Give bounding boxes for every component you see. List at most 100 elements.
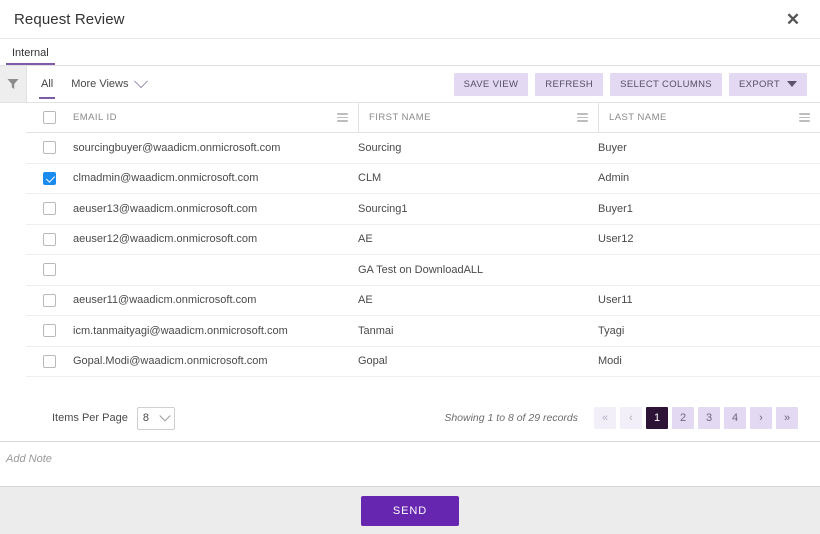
pagination-controls: Showing 1 to 8 of 29 records «‹1234›» — [444, 407, 798, 429]
items-per-page-select[interactable]: 8 — [137, 407, 175, 430]
cell-email: icm.tanmaityagi@waadicm.onmicrosoft.com — [73, 316, 358, 347]
select-columns-button[interactable]: SELECT COLUMNS — [610, 73, 722, 96]
grid-toolbar: All More Views SAVE VIEW REFRESH SELECT … — [0, 66, 820, 103]
row-checkbox[interactable] — [43, 355, 56, 368]
column-menu-icon[interactable] — [337, 113, 348, 122]
cell-first-name: Sourcing — [358, 133, 598, 164]
row-select-cell — [26, 163, 73, 194]
table-row[interactable]: aeuser11@waadicm.onmicrosoft.comAEUser11 — [26, 285, 820, 316]
cell-last-name: Tyagi — [598, 316, 820, 347]
close-icon[interactable]: ✕ — [780, 6, 806, 32]
send-button-label: SEND — [393, 505, 427, 517]
column-header-last-name-label: LAST NAME — [609, 112, 667, 123]
column-menu-icon[interactable] — [577, 113, 588, 122]
row-select-cell — [26, 316, 73, 347]
cell-last-name: Buyer1 — [598, 194, 820, 225]
table-header: EMAIL ID FIRST NAME LA — [26, 103, 820, 133]
tab-internal-label: Internal — [12, 47, 49, 59]
dialog-titlebar: Request Review ✕ — [0, 0, 820, 39]
row-checkbox[interactable] — [43, 141, 56, 154]
cell-first-name: Sourcing1 — [358, 194, 598, 225]
view-tab-all[interactable]: All — [39, 69, 55, 99]
next-page-button[interactable]: › — [750, 407, 772, 429]
table-row[interactable]: GA Test on DownloadALL — [26, 255, 820, 286]
users-table: EMAIL ID FIRST NAME LA — [26, 103, 820, 377]
column-header-first-name[interactable]: FIRST NAME — [358, 103, 598, 133]
add-note-placeholder: Add Note — [6, 453, 52, 465]
page-4-button[interactable]: 4 — [724, 407, 746, 429]
cell-email: Gopal.Modi@waadicm.onmicrosoft.com — [73, 346, 358, 377]
row-select-cell — [26, 285, 73, 316]
cell-first-name: AE — [358, 224, 598, 255]
dialog-tabstrip: Internal — [0, 39, 820, 66]
row-checkbox[interactable] — [43, 324, 56, 337]
last-page-button[interactable]: » — [776, 407, 798, 429]
row-select-cell — [26, 346, 73, 377]
table-row[interactable]: Gopal.Modi@waadicm.onmicrosoft.comGopalM… — [26, 346, 820, 377]
refresh-label: REFRESH — [545, 79, 593, 90]
save-view-button[interactable]: SAVE VIEW — [454, 73, 529, 96]
select-all-checkbox[interactable] — [43, 111, 56, 124]
page-1-button[interactable]: 1 — [646, 407, 668, 429]
cell-last-name: Buyer — [598, 133, 820, 164]
table-scroll-area: EMAIL ID FIRST NAME LA — [0, 103, 820, 395]
request-review-dialog: Request Review ✕ Internal All More Views — [0, 0, 820, 534]
table-body: sourcingbuyer@waadicm.onmicrosoft.comSou… — [26, 133, 820, 377]
column-header-email-id-label: EMAIL ID — [73, 112, 117, 123]
chevron-down-icon — [159, 410, 170, 421]
column-menu-icon[interactable] — [799, 113, 810, 122]
views-area: All More Views — [27, 66, 454, 102]
save-view-label: SAVE VIEW — [464, 79, 519, 90]
row-select-cell — [26, 194, 73, 225]
table-row[interactable]: sourcingbuyer@waadicm.onmicrosoft.comSou… — [26, 133, 820, 164]
select-all-header — [26, 103, 73, 133]
cell-email: aeuser11@waadicm.onmicrosoft.com — [73, 285, 358, 316]
cell-first-name: CLM — [358, 163, 598, 194]
row-checkbox[interactable] — [43, 202, 56, 215]
prev-page-button[interactable]: ‹ — [620, 407, 642, 429]
table-row[interactable]: aeuser13@waadicm.onmicrosoft.comSourcing… — [26, 194, 820, 225]
cell-first-name: AE — [358, 285, 598, 316]
cell-email: sourcingbuyer@waadicm.onmicrosoft.com — [73, 133, 358, 164]
items-per-page-value: 8 — [143, 412, 149, 424]
pagination-summary: Showing 1 to 8 of 29 records — [444, 412, 578, 424]
table-row[interactable]: clmadmin@waadicm.onmicrosoft.comCLMAdmin — [26, 163, 820, 194]
refresh-button[interactable]: REFRESH — [535, 73, 603, 96]
row-select-cell — [26, 224, 73, 255]
row-checkbox[interactable] — [43, 172, 56, 185]
column-header-last-name[interactable]: LAST NAME — [598, 103, 820, 133]
cell-email — [73, 255, 358, 286]
send-button[interactable]: SEND — [361, 496, 459, 526]
page-3-button[interactable]: 3 — [698, 407, 720, 429]
grid-container: All More Views SAVE VIEW REFRESH SELECT … — [0, 66, 820, 441]
filter-icon[interactable] — [0, 66, 27, 102]
more-views-label: More Views — [71, 78, 128, 90]
row-checkbox[interactable] — [43, 294, 56, 307]
row-select-cell — [26, 255, 73, 286]
tab-internal[interactable]: Internal — [6, 47, 55, 65]
first-page-button[interactable]: « — [594, 407, 616, 429]
table-row[interactable]: icm.tanmaityagi@waadicm.onmicrosoft.com T… — [26, 316, 820, 347]
cell-first-name: GA Test on DownloadALL — [358, 255, 598, 286]
row-checkbox[interactable] — [43, 233, 56, 246]
cell-last-name: User12 — [598, 224, 820, 255]
pagination-buttons: «‹1234›» — [594, 407, 798, 429]
table-row[interactable]: aeuser12@waadicm.onmicrosoft.comAEUser12 — [26, 224, 820, 255]
column-header-first-name-label: FIRST NAME — [369, 112, 431, 123]
cell-email: aeuser13@waadicm.onmicrosoft.com — [73, 194, 358, 225]
cell-last-name — [598, 255, 820, 286]
cell-last-name: Admin — [598, 163, 820, 194]
caret-down-icon — [787, 81, 797, 87]
row-checkbox[interactable] — [43, 263, 56, 276]
cell-first-name: Gopal — [358, 346, 598, 377]
column-header-email-id[interactable]: EMAIL ID — [73, 103, 358, 133]
pagination-bar: Items Per Page 8 Showing 1 to 8 of 29 re… — [0, 395, 820, 441]
add-note-field[interactable]: Add Note — [0, 441, 820, 487]
row-select-cell — [26, 133, 73, 164]
export-button[interactable]: EXPORT — [729, 73, 807, 96]
dialog-footer: SEND — [0, 487, 820, 534]
page-2-button[interactable]: 2 — [672, 407, 694, 429]
chevron-down-icon — [133, 74, 147, 88]
more-views-dropdown[interactable]: More Views — [71, 78, 145, 90]
page-title: Request Review — [14, 11, 780, 28]
